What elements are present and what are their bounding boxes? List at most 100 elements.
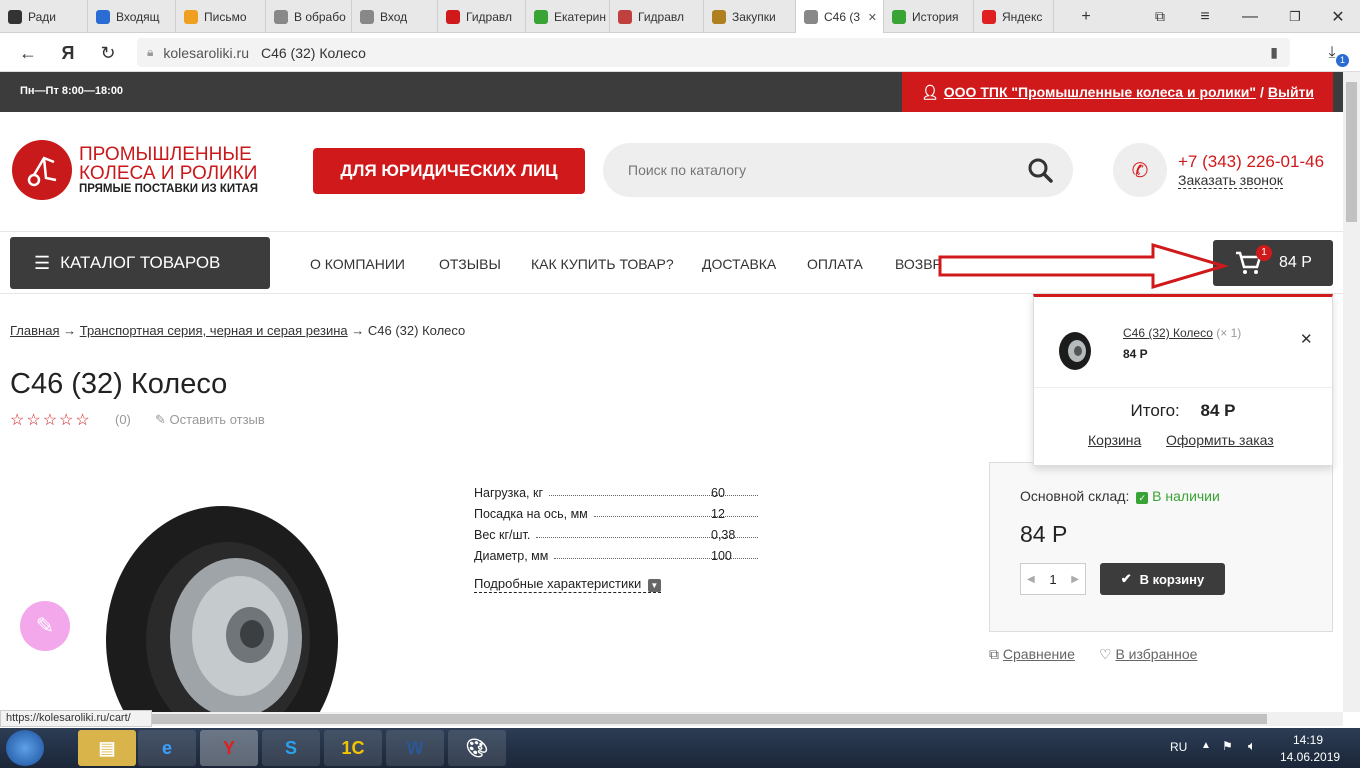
browser-tab[interactable]: Екатерин [526, 0, 610, 33]
browser-tab[interactable]: Ради [0, 0, 88, 33]
favorite-label: В избранное [1115, 646, 1198, 662]
logout-link[interactable]: Выйти [1268, 84, 1314, 100]
vertical-scrollbar[interactable] [1343, 72, 1360, 712]
close-window-button[interactable]: ✕ [1318, 0, 1358, 33]
cart-item-price: 84 Р [1123, 347, 1148, 361]
compare-icon: ⧉ [989, 646, 999, 662]
breadcrumb-category[interactable]: Транспортная серия, черная и серая резин… [80, 323, 348, 338]
cart-link[interactable]: Корзина [1088, 432, 1141, 448]
word-icon[interactable]: W [386, 730, 444, 766]
nav-about[interactable]: О КОМПАНИИ [310, 256, 405, 272]
logo-icon[interactable] [12, 140, 72, 200]
heart-icon: ♡ [1099, 646, 1112, 662]
new-tab-button[interactable]: + [1066, 0, 1106, 33]
browser-tab[interactable]: Закупки [704, 0, 796, 33]
favorite-link[interactable]: ♡ В избранное [1099, 646, 1197, 663]
nav-reviews[interactable]: ОТЗЫВЫ [439, 256, 501, 272]
page-icon [804, 10, 818, 24]
browser-tab[interactable]: С46 (3 ✕ [796, 0, 884, 34]
add-to-cart-label: В корзину [1139, 571, 1205, 587]
start-button[interactable] [6, 730, 44, 766]
compare-link[interactable]: ⧉ Сравнение [989, 646, 1075, 663]
write-review-link[interactable]: ✎ Оставить отзыв [155, 412, 265, 428]
search-input[interactable]: Поиск по каталогу [603, 143, 1073, 197]
volume-icon[interactable]: 🔈︎ [1248, 738, 1256, 754]
rating-stars[interactable]: ☆☆☆☆☆ [10, 410, 92, 430]
nav-payment[interactable]: ОПЛАТА [807, 256, 863, 272]
cart-button[interactable]: 1 84 Р [1213, 240, 1333, 286]
close-tab-icon[interactable]: ✕ [868, 11, 877, 24]
cart-total-label: Итого: [1130, 401, 1180, 420]
callback-link[interactable]: Заказать звонок [1178, 172, 1283, 189]
url-field[interactable]: 🔒︎ kolesaroliki.ru С46 (32) Колесо ▮ [137, 38, 1290, 67]
flag-icon[interactable]: ⚑ [1222, 739, 1233, 753]
increment-icon[interactable]: ▶ [1071, 574, 1079, 585]
cart-item-thumbnail[interactable] [1058, 331, 1092, 371]
decrement-icon[interactable]: ◀ [1027, 574, 1035, 585]
browser-tab-label: Яндекс [1002, 9, 1043, 24]
remove-item-icon[interactable]: ✕ [1300, 330, 1313, 348]
legal-entities-button[interactable]: ДЛЯ ЮРИДИЧЕСКИХ ЛИЦ [313, 148, 585, 194]
site-header: ПРОМЫШЛЕННЫЕ КОЛЕСА И РОЛИКИ ПРЯМЫЕ ПОСТ… [0, 112, 1343, 232]
reload-icon[interactable]: ↻ [94, 39, 122, 67]
availability-status: В наличии [1152, 488, 1220, 504]
explorer-icon[interactable]: ▤ [78, 730, 136, 766]
browser-tab[interactable]: Письмо [176, 0, 266, 33]
search-placeholder: Поиск по каталогу [628, 162, 747, 178]
page-icon [360, 9, 374, 24]
language-indicator[interactable]: RU [1170, 740, 1187, 754]
tab-manager-icon[interactable]: ⧉ [1140, 0, 1180, 33]
bookmark-icon[interactable]: ▮ [1270, 44, 1278, 61]
nav-how-to-buy[interactable]: КАК КУПИТЬ ТОВАР? [531, 256, 674, 272]
restore-button[interactable]: ❐ [1275, 0, 1315, 33]
browser-tab[interactable]: В обрабо [266, 0, 352, 33]
spec-value: 0,38 [711, 528, 736, 542]
browser-tab[interactable]: Гидравл [438, 0, 526, 33]
back-icon[interactable]: ← [14, 39, 42, 67]
browser-tab[interactable]: История [884, 0, 974, 33]
clock-date[interactable]: 14.06.2019 [1280, 750, 1340, 764]
phone-number[interactable]: +7 (343) 226-01-46 [1178, 152, 1324, 172]
menu-icon[interactable]: ≡ [1185, 0, 1225, 33]
spec-key: Вес кг/шт. [474, 528, 531, 542]
browser-tab-label: Входящ [116, 9, 160, 24]
nav-returns[interactable]: ВОЗВР [895, 256, 942, 272]
catalog-button[interactable]: ☰ КАТАЛОГ ТОВАРОВ [10, 237, 270, 289]
check-icon: ✔ [1120, 571, 1132, 586]
edit-floating-button[interactable]: ✎ [20, 601, 70, 651]
1c-icon[interactable]: 1C [324, 730, 382, 766]
cart-item-name[interactable]: С46 (32) Колесо [1123, 326, 1213, 340]
yandex-logo-icon[interactable]: Я [54, 39, 82, 67]
search-icon[interactable] [1027, 157, 1053, 183]
compare-label: Сравнение [1002, 646, 1075, 662]
clock-time[interactable]: 14:19 [1293, 733, 1323, 747]
browser-tab[interactable]: Гидравл [610, 0, 704, 33]
phone-icon[interactable]: ✆ [1113, 143, 1167, 197]
breadcrumb-home[interactable]: Главная [10, 323, 59, 338]
paint-icon[interactable]: 🎨︎ [448, 730, 506, 766]
checkout-link[interactable]: Оформить заказ [1166, 432, 1274, 448]
nav-delivery[interactable]: ДОСТАВКА [702, 256, 776, 272]
add-to-cart-button[interactable]: ✔ В корзину [1100, 563, 1225, 595]
quantity-stepper[interactable]: ◀ 1 ▶ [1020, 563, 1086, 595]
browser-tab[interactable]: Вход [352, 0, 438, 33]
skype-icon[interactable]: S [262, 730, 320, 766]
price: 84 Р [1020, 521, 1068, 547]
product-image[interactable] [100, 500, 345, 712]
browser-tab-label: С46 (3 [824, 10, 861, 24]
spec-value: 100 [711, 549, 732, 563]
browser-tab-label: Гидравл [466, 9, 512, 24]
downloads-icon[interactable]: ⤓ 1 [1318, 39, 1349, 67]
user-company-link[interactable]: ООО ТПК "Промышленные колеса и ролики" [944, 84, 1256, 100]
browser-tab[interactable]: Входящ [88, 0, 176, 33]
spec-key: Диаметр, мм [474, 549, 549, 563]
yandex-browser-icon[interactable]: Y [200, 730, 258, 766]
minimize-button[interactable]: — [1230, 0, 1270, 33]
quantity-value[interactable]: 1 [1049, 572, 1056, 587]
more-specs-link[interactable]: Подробные характеристики ▼ [474, 576, 661, 593]
ie-icon[interactable]: e [138, 730, 196, 766]
tray-expand-icon[interactable]: ▲ [1201, 740, 1211, 751]
horizontal-scrollbar[interactable] [152, 712, 1343, 726]
cart-count-badge: 1 [1256, 245, 1272, 261]
browser-tab[interactable]: Яндекс [974, 0, 1054, 33]
